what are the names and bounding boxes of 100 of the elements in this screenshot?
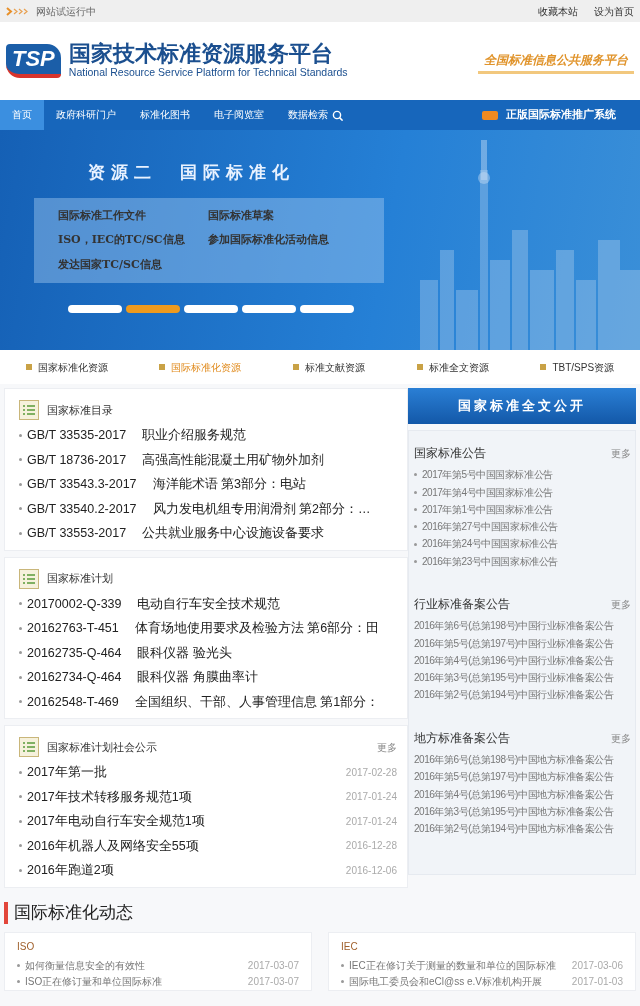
nav-link[interactable]: 首页	[0, 100, 44, 130]
resource-tab[interactable]: TBT/SPS资源	[540, 359, 615, 375]
announcement-link[interactable]: 2016年第4号(总第196号)中国地方标准备案公告	[414, 785, 614, 803]
news-link[interactable]: IEC正在修订关于测量的数量和单位的国际标准	[349, 957, 556, 974]
announcement-link[interactable]: 2016年第3号(总第195号)中国行业标准备案公告	[414, 669, 614, 687]
bullet-icon	[19, 507, 22, 511]
announcement-link[interactable]: 2016年第2号(总第194号)中国地方标准备案公告	[414, 820, 614, 838]
date-text: 2017-01-24	[345, 814, 397, 829]
list-row-link[interactable]: 2017年第一批	[27, 760, 107, 785]
announcement-link[interactable]: 2016年第24号中国国家标准公告	[422, 535, 558, 553]
bullet-icon	[414, 490, 417, 494]
resource-tab[interactable]: 标准文献资源	[293, 359, 366, 375]
logo[interactable]: TSP	[6, 44, 61, 78]
bullet-icon	[17, 964, 20, 967]
bullet-icon	[19, 675, 22, 679]
resource-tab[interactable]: 标准全文资源	[416, 359, 489, 375]
list-icon	[19, 400, 39, 420]
more-link[interactable]: 更多	[611, 446, 631, 462]
new-badge-icon	[482, 110, 498, 120]
resource-tab[interactable]: 国家标准化资源	[25, 359, 108, 375]
nav-link[interactable]: 电子阅览室	[202, 100, 276, 130]
list-row-link[interactable]: GB/T 33553-2017 公共就业服务中心设施设备要求	[27, 521, 325, 546]
news-link[interactable]: ISO正在修订量和单位国际标准	[25, 973, 163, 990]
announcement-link[interactable]: 2016年第6号(总第198号)中国行业标准备案公告	[414, 617, 614, 635]
site-title: 国家技术标准资源服务平台	[68, 41, 334, 66]
announcement-link[interactable]: 2016年第2号(总第194号)中国行业标准备案公告	[414, 686, 614, 704]
bullet-icon	[19, 844, 22, 848]
slide-indicator[interactable]	[184, 305, 238, 313]
announcement-link[interactable]: 2016年第5号(总第197号)中国地方标准备案公告	[414, 768, 614, 786]
news-link[interactable]: 如何衡量信息安全的有效性	[25, 957, 145, 974]
news-card-title: IEC	[341, 939, 359, 954]
slide-indicator[interactable]	[126, 305, 180, 313]
bullet-icon	[414, 508, 417, 511]
list-row-link[interactable]: 2017年技术转移服务规范1项	[27, 784, 192, 809]
promo-link[interactable]: 正版国际标准推广系统	[506, 107, 616, 123]
list-row-link[interactable]: GB/T 33540.2-2017 风力发电机组专用润滑剂 第2部分：…	[27, 496, 371, 521]
announcement-link[interactable]: 2016年第23号中国国家标准公告	[422, 552, 558, 571]
bullet-icon	[19, 626, 22, 630]
section-title: 国家标准公告	[414, 446, 486, 461]
list-row-link[interactable]: 20170002-Q-339 电动自行车安全技术规范	[27, 591, 281, 616]
more-link[interactable]: 更多	[611, 597, 631, 613]
list-row-link[interactable]: 2016年机器人及网络安全55项	[27, 833, 199, 858]
banner-link[interactable]: ISO，IEC的TC/SC信息	[58, 232, 208, 249]
bullet-icon	[19, 868, 22, 872]
bullet-icon	[19, 602, 22, 606]
bullet-icon	[19, 458, 22, 462]
full-text-button[interactable]: 国家标准全文公开	[408, 388, 636, 424]
news-link[interactable]: 国际电工委员会和eCl@ss e.V标准机构开展	[349, 973, 542, 990]
nav-link[interactable]: 政府科研门户	[44, 100, 128, 130]
banner-link[interactable]: 国际标准草案	[208, 207, 360, 224]
list-icon	[19, 568, 39, 589]
notice-text: 网站试运行中	[36, 4, 96, 19]
announcement-link[interactable]: 2017年第4号中国国家标准公告	[422, 483, 553, 501]
slide-indicator[interactable]	[68, 305, 122, 313]
top-link[interactable]: 设为首页	[594, 3, 634, 19]
list-row-link[interactable]: 20162734-Q-464 眼科仪器 角膜曲率计	[27, 665, 258, 690]
square-bullet-icon	[293, 364, 300, 370]
square-bullet-icon	[159, 364, 166, 370]
banner-link[interactable]: 国际标准工作文件	[58, 207, 208, 224]
banner-link[interactable]: 参加国际标准化活动信息	[208, 232, 360, 249]
announcement-link[interactable]: 2016年第3号(总第195号)中国地方标准备案公告	[414, 802, 614, 821]
more-link[interactable]: 更多	[377, 739, 397, 755]
list-row-link[interactable]: 20162548-T-469 全国组织、干部、人事管理信息 第1部分：	[27, 689, 380, 714]
section-heading: 国际标准化动态	[4, 901, 636, 924]
more-link[interactable]: 更多	[611, 730, 631, 746]
list-row-link[interactable]: 2016年跑道2项	[27, 858, 114, 883]
nav-link[interactable]: 标准化图书	[128, 100, 202, 130]
news-card-title: ISO	[17, 939, 36, 954]
bullet-icon	[414, 559, 417, 563]
list-row-link[interactable]: GB/T 33535-2017 职业介绍服务规范	[27, 423, 247, 448]
slide-indicator[interactable]	[300, 305, 354, 313]
resource-tab[interactable]: 国际标准化资源	[159, 359, 242, 375]
top-link[interactable]: 收藏本站	[538, 3, 578, 19]
bullet-icon	[19, 433, 22, 437]
date-text: 2016-12-28	[345, 839, 397, 854]
bullet-icon	[414, 542, 417, 546]
list-row-link[interactable]: 20162763-T-451 体育场地使用要求及检验方法 第6部分：田	[27, 616, 380, 641]
announcement-link[interactable]: 2016年第5号(总第197号)中国行业标准备案公告	[414, 634, 614, 652]
announcement-link[interactable]: 2016年第6号(总第198号)中国地方标准备案公告	[414, 751, 614, 769]
announcement-link[interactable]: 2017年第5号中国国家标准公告	[422, 466, 553, 484]
slide-indicator[interactable]	[242, 305, 296, 313]
list-row-link[interactable]: 2017年电动自行车安全规范1项	[27, 809, 205, 834]
card-title: 国家标准目录	[47, 402, 114, 418]
slogan-text: 全国标准信息公共服务平台	[478, 48, 634, 74]
list-row-link[interactable]: 20162735-Q-464 眼科仪器 验光头	[27, 640, 232, 665]
announcement-link[interactable]: 2016年第27号中国国家标准公告	[422, 518, 558, 536]
bullet-icon	[19, 770, 22, 774]
announcement-link[interactable]: 2016年第4号(总第196号)中国行业标准备案公告	[414, 651, 614, 670]
list-row-link[interactable]: GB/T 33543.3-2017 海洋能术语 第3部分：电站	[27, 472, 306, 497]
square-bullet-icon	[540, 364, 547, 370]
nav-link[interactable]: 数据检索	[276, 100, 355, 130]
section-title: 行业标准备案公告	[414, 597, 510, 613]
list-row-link[interactable]: GB/T 18736-2017 高强高性能混凝土用矿物外加剂	[27, 447, 325, 472]
bullet-icon	[414, 525, 417, 529]
banner-link[interactable]: 发达国家TC/SC信息	[58, 256, 208, 273]
banner-title: 资源二 国际标准化	[87, 161, 296, 184]
date-text: 2017-02-28	[345, 765, 397, 780]
bullet-icon	[17, 980, 20, 983]
square-bullet-icon	[416, 364, 423, 370]
announcement-link[interactable]: 2017年第1号中国国家标准公告	[422, 500, 553, 519]
